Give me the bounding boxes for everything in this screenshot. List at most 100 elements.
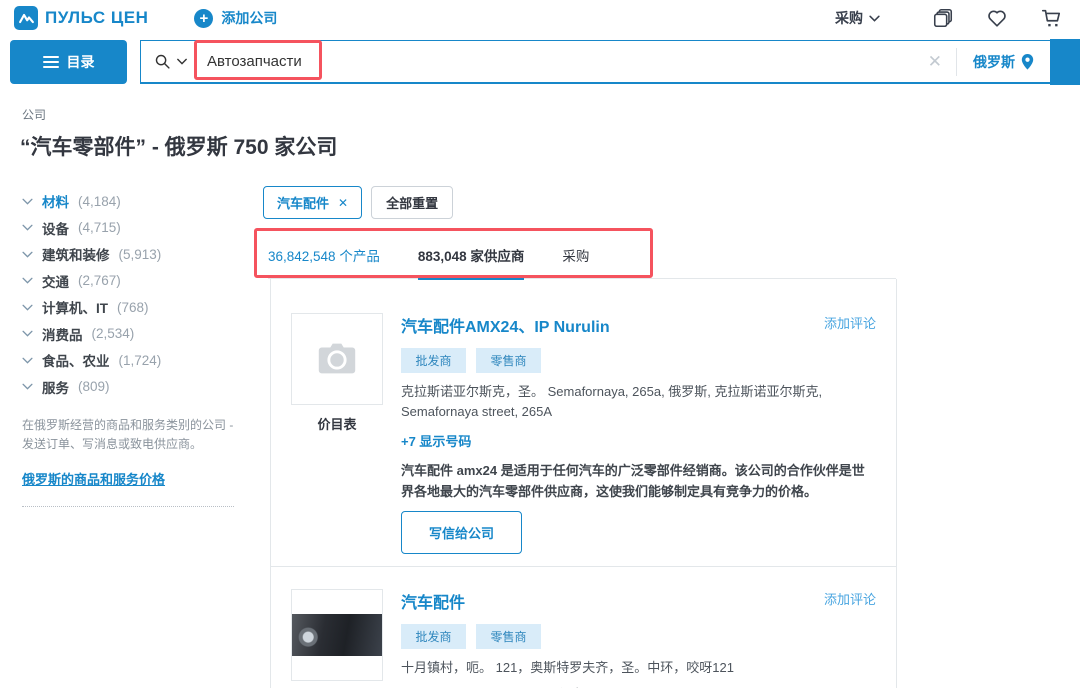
category-label: 食品、农业 bbox=[42, 350, 110, 370]
filter-chip-auto-parts[interactable]: 汽车配件 ✕ bbox=[263, 186, 362, 219]
procurement-menu[interactable]: 采购 bbox=[835, 8, 880, 28]
category-count: (2,767) bbox=[78, 273, 121, 288]
company-photo-placeholder[interactable] bbox=[291, 313, 383, 405]
working-hours-weekdays: 周一至周五 9:00-20:00，无休息 bbox=[401, 683, 876, 688]
company-photo-image bbox=[292, 614, 382, 656]
company-photo[interactable] bbox=[291, 589, 383, 681]
search-row: 目录 ✕ 俄罗斯 bbox=[10, 40, 1080, 84]
search-submit-button[interactable] bbox=[1050, 39, 1080, 85]
sidebar-note: 在俄罗斯经营的商品和服务类别的公司 - 发送订单、写消息或致电供应商。 bbox=[22, 416, 234, 453]
tab-bar: 36,842,548 个产品 883,048 家供应商 采购 bbox=[268, 245, 896, 279]
add-review-link[interactable]: 添加评论 bbox=[824, 589, 876, 608]
pulse-logo-icon bbox=[14, 6, 38, 30]
company-address: 克拉斯诺亚尔斯克，圣。 Semafornaya, 265a, 俄罗斯, 克拉斯诺… bbox=[401, 382, 825, 422]
price-list-link[interactable]: 价目表 bbox=[291, 414, 383, 433]
filter-row: 汽车配件 ✕ 全部重置 bbox=[263, 186, 898, 219]
filter-chip-label: 汽车配件 bbox=[277, 193, 329, 212]
chevron-down-icon bbox=[22, 357, 33, 364]
company-card: 价目表 汽车配件AMX24、IP Nurulin 添加评论 批发商 零售商 克拉… bbox=[271, 279, 896, 566]
sidebar-prices-link[interactable]: 俄罗斯的商品和服务价格 bbox=[22, 469, 165, 488]
badges: 批发商 零售商 bbox=[401, 624, 876, 649]
category-label: 建筑和装修 bbox=[42, 244, 110, 264]
sidebar-item-transport[interactable]: 交通 (2,767) bbox=[22, 268, 250, 295]
procurement-label: 采购 bbox=[835, 8, 863, 28]
chevron-down-icon bbox=[177, 58, 187, 65]
wholesaler-badge: 批发商 bbox=[401, 348, 466, 373]
search-type-dropdown[interactable] bbox=[141, 53, 201, 70]
category-sidebar: 材料 (4,184) 设备 (4,715) 建筑和装修 (5,913) 交通 (… bbox=[22, 188, 250, 507]
add-company-button[interactable]: + 添加公司 bbox=[194, 8, 277, 28]
show-phone-link[interactable]: +7 显示号码 bbox=[401, 431, 471, 450]
sidebar-item-services[interactable]: 服务 (809) bbox=[22, 374, 250, 401]
category-label: 消费品 bbox=[42, 324, 83, 344]
sidebar-item-equipment[interactable]: 设备 (4,715) bbox=[22, 215, 250, 242]
card-body: 汽车配件 添加评论 批发商 零售商 十月镇村，呃。 121，奥斯特罗夫齐，圣。中… bbox=[401, 589, 876, 688]
chevron-down-icon bbox=[22, 277, 33, 284]
results-list: 价目表 汽车配件AMX24、IP Nurulin 添加评论 批发商 零售商 克拉… bbox=[270, 279, 897, 688]
chevron-down-icon bbox=[22, 198, 33, 205]
logo-text: ПУЛЬС ЦЕН bbox=[45, 8, 148, 28]
retailer-badge: 零售商 bbox=[476, 348, 541, 373]
clear-search-icon[interactable]: ✕ bbox=[914, 52, 956, 72]
company-title-link[interactable]: 汽车配件AMX24、IP Nurulin bbox=[401, 313, 610, 337]
logo[interactable]: ПУЛЬС ЦЕН bbox=[14, 6, 148, 30]
menu-icon bbox=[43, 53, 59, 71]
card-body: 汽车配件AMX24、IP Nurulin 添加评论 批发商 零售商 克拉斯诺亚尔… bbox=[401, 313, 876, 554]
category-count: (5,913) bbox=[119, 247, 162, 262]
category-count: (809) bbox=[78, 379, 110, 394]
category-label: 计算机、IT bbox=[42, 297, 108, 317]
retailer-badge: 零售商 bbox=[476, 624, 541, 649]
category-label: 交通 bbox=[42, 271, 69, 291]
company-address: 十月镇村，呃。 121，奥斯特罗夫齐，圣。中环，咬呀121 bbox=[401, 658, 825, 678]
camera-icon bbox=[314, 336, 360, 382]
cart-icon[interactable] bbox=[1040, 7, 1062, 29]
region-selector[interactable]: 俄罗斯 bbox=[957, 52, 1050, 72]
reset-all-button[interactable]: 全部重置 bbox=[371, 186, 453, 219]
sidebar-item-food-agriculture[interactable]: 食品、农业 (1,724) bbox=[22, 347, 250, 374]
category-count: (768) bbox=[117, 300, 149, 315]
sidebar-item-construction[interactable]: 建筑和装修 (5,913) bbox=[22, 241, 250, 268]
sidebar-item-materials[interactable]: 材料 (4,184) bbox=[22, 188, 250, 215]
category-label: 设备 bbox=[42, 218, 69, 238]
card-media: 价目表 bbox=[291, 589, 383, 688]
tab-suppliers[interactable]: 883,048 家供应商 bbox=[418, 245, 525, 280]
sidebar-item-computers-it[interactable]: 计算机、IT (768) bbox=[22, 294, 250, 321]
tab-procurement[interactable]: 采购 bbox=[562, 245, 589, 278]
badges: 批发商 零售商 bbox=[401, 348, 876, 373]
search-input[interactable] bbox=[201, 53, 914, 70]
favorites-heart-icon[interactable] bbox=[986, 7, 1008, 29]
chevron-down-icon bbox=[22, 304, 33, 311]
category-label: 服务 bbox=[42, 377, 69, 397]
top-icons bbox=[932, 7, 1062, 29]
company-description: 汽车配件 amx24 是适用于任何汽车的广泛零部件经销商。该公司的合作伙伴是世界… bbox=[401, 460, 876, 502]
category-label: 材料 bbox=[42, 191, 69, 211]
breadcrumb[interactable]: 公司 bbox=[22, 106, 46, 123]
write-to-company-button[interactable]: 写信给公司 bbox=[401, 511, 522, 554]
chevron-down-icon bbox=[22, 224, 33, 231]
page-title: “汽车零部件” - 俄罗斯 750 家公司 bbox=[20, 131, 337, 161]
company-title-link[interactable]: 汽车配件 bbox=[401, 589, 465, 613]
search-bar: ✕ 俄罗斯 bbox=[140, 40, 1080, 84]
sidebar-item-consumer-goods[interactable]: 消费品 (2,534) bbox=[22, 321, 250, 348]
compare-icon[interactable] bbox=[932, 7, 954, 29]
chevron-down-icon bbox=[22, 251, 33, 258]
divider bbox=[22, 506, 234, 507]
catalog-button[interactable]: 目录 bbox=[10, 40, 127, 84]
add-company-label: 添加公司 bbox=[221, 8, 277, 28]
top-bar: ПУЛЬС ЦЕН + 添加公司 采购 bbox=[0, 0, 1080, 36]
chevron-down-icon bbox=[869, 15, 880, 22]
search-icon bbox=[154, 53, 171, 70]
category-count: (4,715) bbox=[78, 220, 121, 235]
tab-products[interactable]: 36,842,548 个产品 bbox=[268, 245, 380, 278]
plus-icon: + bbox=[194, 9, 213, 28]
card-media: 价目表 bbox=[291, 313, 383, 554]
remove-filter-icon[interactable]: ✕ bbox=[338, 196, 348, 210]
wholesaler-badge: 批发商 bbox=[401, 624, 466, 649]
region-label: 俄罗斯 bbox=[973, 52, 1015, 72]
category-count: (1,724) bbox=[119, 353, 162, 368]
add-review-link[interactable]: 添加评论 bbox=[824, 313, 876, 332]
chevron-down-icon bbox=[22, 330, 33, 337]
catalog-label: 目录 bbox=[67, 52, 95, 72]
category-count: (2,534) bbox=[92, 326, 135, 341]
category-count: (4,184) bbox=[78, 194, 121, 209]
